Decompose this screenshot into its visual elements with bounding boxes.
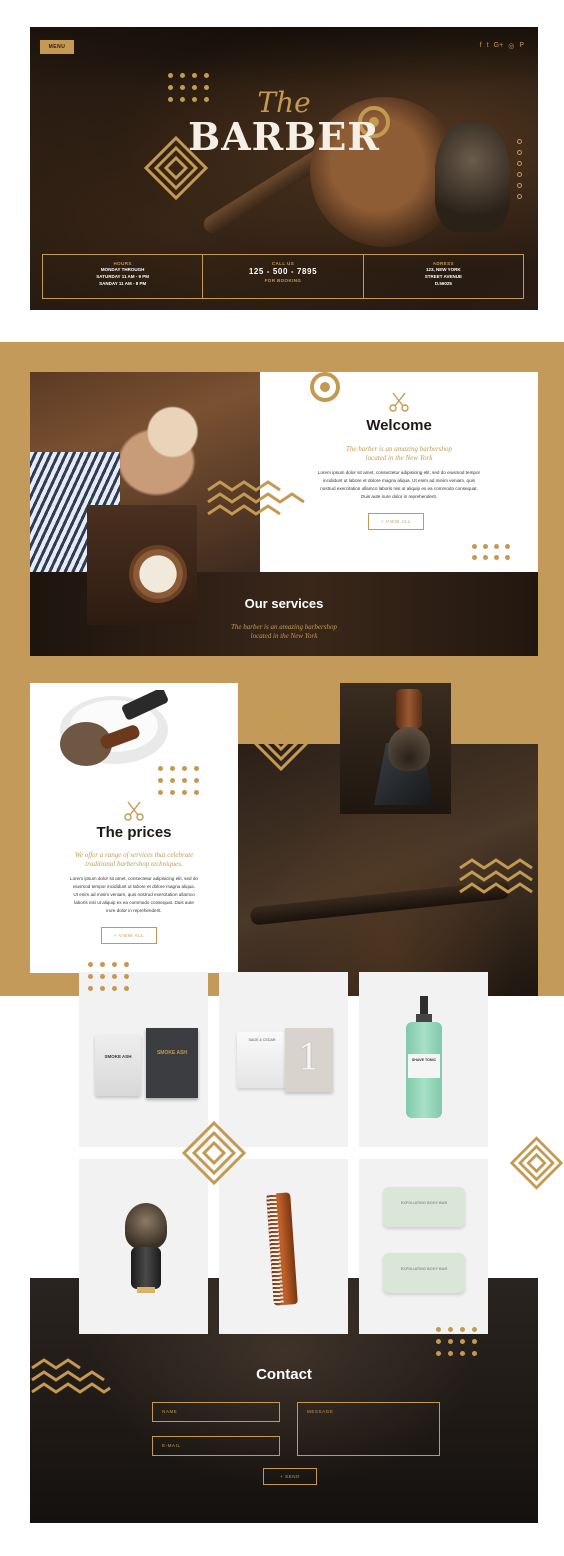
menu-button[interactable]: MENU [40, 40, 74, 54]
hero-section: MENU f t G+ ◎ P The BARBER HOURS MONDAY … [30, 27, 538, 310]
welcome-view-all-button[interactable]: + VIEW ALL [368, 513, 424, 530]
prices-body: laboris nisi ut aliquip ex ea commodo co… [74, 900, 194, 905]
services-heading: Our services [244, 596, 324, 611]
slide-dot[interactable] [517, 183, 522, 188]
candle-label: SMOKE ASH [104, 1054, 132, 1059]
zigzag-decoration-icon [459, 858, 533, 894]
scissors-icon [124, 801, 144, 821]
message-textarea[interactable]: MESSAGE [297, 1402, 440, 1456]
name-input[interactable]: NAME [152, 1402, 280, 1422]
address-line: 123, NEW YORK [425, 267, 461, 272]
logo-the-text: The [257, 86, 311, 119]
soap-label: EXFOLIATING BODY BAR [400, 1201, 448, 1205]
slide-dot[interactable] [517, 139, 522, 144]
product-card-spray[interactable]: SHAVE TONIC [359, 972, 488, 1147]
candle-label: SAGE & CEDAR [248, 1038, 276, 1042]
prices-heading: The prices [96, 824, 172, 841]
slide-dot[interactable] [517, 161, 522, 166]
address-cell: ADRESS 123, NEW YORK STREET AVENUE D.560… [364, 255, 523, 298]
address-line: STREET AVENUE [424, 274, 462, 279]
dot-grid-decoration [158, 766, 199, 795]
shaving-tools-photo [87, 505, 197, 625]
welcome-body: Lorem ipsum dolor sit amet, consectetur … [317, 470, 481, 475]
brand-logo: The BARBER [30, 89, 538, 157]
prices-body: eiusmod tempor incididunt ut labore et d… [72, 884, 196, 889]
box-label: SMOKE ASH [156, 1050, 188, 1056]
slider-pagination [517, 139, 522, 199]
diamond-decoration-icon [509, 1136, 564, 1190]
shaving-bowl-photo [60, 690, 168, 766]
product-card-soap[interactable]: EXFOLIATING BODY BAR EXFOLIATING BODY BA… [359, 1159, 488, 1334]
welcome-heading: Welcome [366, 417, 432, 434]
prices-body: Lorem ipsum dolor sit amet, consectetur … [70, 876, 198, 881]
slide-dot[interactable] [517, 194, 522, 199]
welcome-tagline: located in the New York [365, 454, 433, 462]
slide-dot[interactable] [517, 172, 522, 177]
diamond-decoration-icon [181, 1120, 247, 1186]
dot-grid-decoration [88, 962, 129, 991]
dot-grid-decoration [472, 544, 510, 560]
welcome-section: Welcome The barber is an amazing barbers… [30, 372, 538, 656]
prices-body: Ut enim ad minim veniam, quis nostrud ex… [73, 892, 195, 897]
prices-body: irure dolor in reprehenderit. [106, 908, 162, 913]
pinterest-icon[interactable]: P [519, 42, 524, 50]
social-links: f t G+ ◎ P [480, 42, 524, 50]
call-cell: CALL US 125 - 500 - 7895 FOR BOOKING [203, 255, 364, 298]
hours-cell: HOURS MONDAY THROUGH SATURDAY 11 AM - 9 … [43, 255, 204, 298]
booking-caption: FOR BOOKING [264, 278, 302, 283]
hours-line: MONDAY THROUGH [100, 267, 145, 272]
hours-line: SATURDAY 11 AM - 9 PM [96, 274, 150, 279]
box-number: 1 [297, 1038, 321, 1079]
page: MENU f t G+ ◎ P The BARBER HOURS MONDAY … [0, 0, 564, 1556]
logo-barber-text: BARBER [188, 114, 380, 159]
hours-line: SANDAY 11 AM - 8 PM [99, 281, 147, 286]
prices-tagline: traditional barbershop techniques. [85, 860, 183, 868]
send-button[interactable]: + SEND [263, 1468, 317, 1485]
services-tagline: located in the New York [250, 632, 318, 640]
prices-view-all-button[interactable]: + VIEW ALL [101, 927, 157, 944]
phone-number[interactable]: 125 - 500 - 7895 [203, 266, 362, 278]
instagram-icon[interactable]: ◎ [508, 42, 514, 50]
address-line: D.56025 [434, 281, 452, 286]
scissors-icon [389, 392, 409, 412]
contact-heading: Contact [256, 1366, 312, 1383]
soap-label: EXFOLIATING BODY BAR [400, 1267, 448, 1271]
slide-dot[interactable] [517, 150, 522, 155]
dot-grid-decoration [436, 1327, 477, 1356]
welcome-text-block: Welcome The barber is an amazing barbers… [260, 372, 538, 572]
zigzag-decoration-icon [207, 480, 305, 516]
facebook-icon[interactable]: f [480, 42, 482, 50]
target-circle-icon [310, 372, 340, 402]
shaving-brush-stand-photo [340, 683, 451, 814]
diamond-decoration-icon [248, 706, 314, 772]
info-bar: HOURS MONDAY THROUGH SATURDAY 11 AM - 9 … [42, 254, 524, 299]
email-input[interactable]: E-MAIL [152, 1436, 280, 1456]
spray-label: SHAVE TONIC [411, 1058, 437, 1062]
twitter-icon[interactable]: t [487, 42, 489, 50]
google-plus-icon[interactable]: G+ [494, 42, 504, 50]
